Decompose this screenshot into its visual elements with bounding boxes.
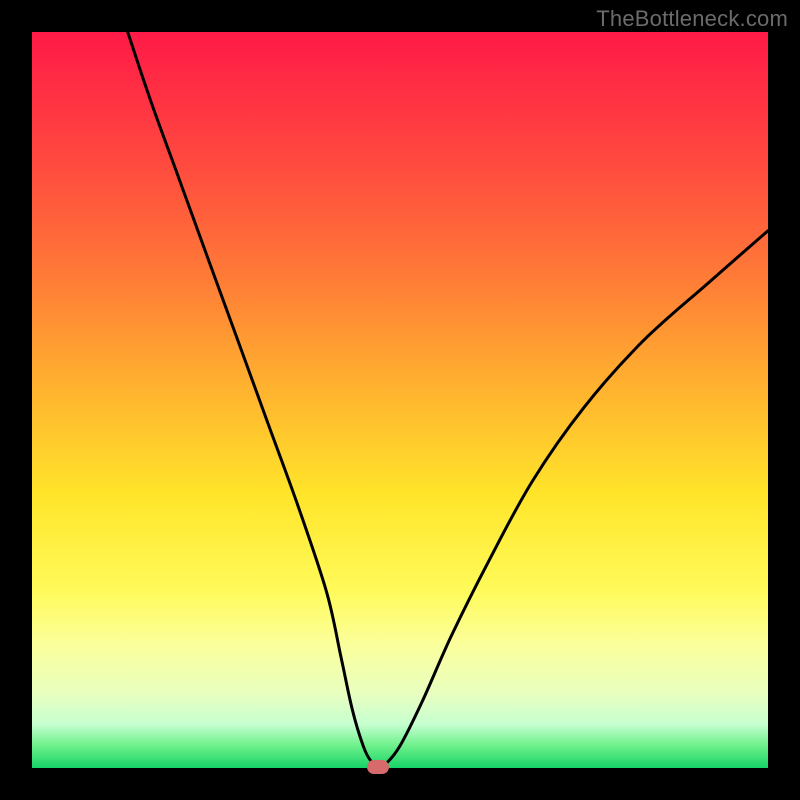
curve-svg — [32, 32, 768, 768]
watermark-text: TheBottleneck.com — [596, 6, 788, 32]
bottleneck-curve-path — [128, 32, 768, 767]
min-marker — [367, 760, 389, 774]
chart-frame: TheBottleneck.com — [0, 0, 800, 800]
plot-area — [32, 32, 768, 768]
